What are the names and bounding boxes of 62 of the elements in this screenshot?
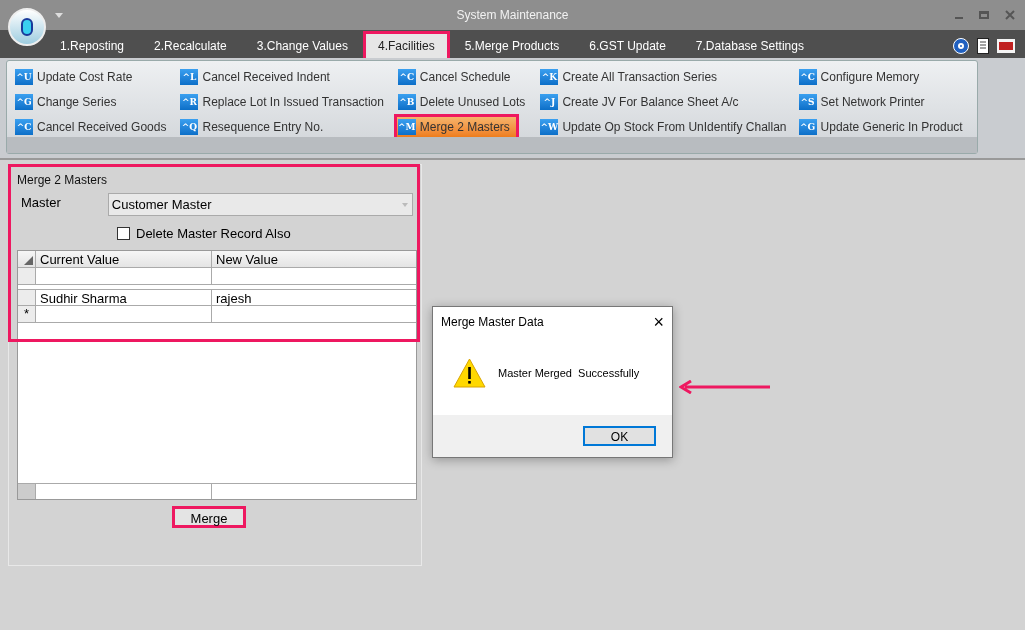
- shortcut-icon: ^C: [15, 119, 33, 135]
- shortcut-icon: ^J: [540, 94, 559, 110]
- app-logo-icon[interactable]: [8, 8, 46, 46]
- warning-icon: [453, 358, 486, 388]
- column-header[interactable]: Current Value: [35, 250, 211, 267]
- ribbon-command[interactable]: ^U Update Cost Rate: [14, 67, 139, 87]
- menu-tab[interactable]: 2.Recalculate: [142, 34, 239, 58]
- shortcut-icon: ^U: [15, 69, 33, 85]
- ribbon-command[interactable]: ^W Update Op Stock From UnIdentify Challan: [539, 117, 793, 137]
- shortcut-icon: ^L: [180, 69, 199, 85]
- maximize-icon[interactable]: [979, 11, 989, 19]
- dropdown-arrow-icon[interactable]: [402, 202, 408, 207]
- ribbon-command[interactable]: ^G Update Generic In Product: [797, 117, 969, 137]
- menu-tab[interactable]: 6.GST Update: [577, 34, 678, 58]
- shortcut-icon: ^C: [397, 69, 416, 85]
- checkbox-label: Delete Master Record Also: [136, 225, 291, 243]
- ok-button[interactable]: OK: [583, 426, 656, 446]
- ribbon-command[interactable]: ^J Create JV For Balance Sheet A/c: [539, 92, 745, 112]
- table-cell[interactable]: Sudhir Sharma: [35, 289, 211, 305]
- dialog-message: Master Merged Successfully: [498, 365, 640, 381]
- menu-tab[interactable]: 4.Facilities: [365, 34, 447, 58]
- exit-sign-icon[interactable]: [997, 39, 1015, 53]
- ribbon-command[interactable]: ^C Configure Memory: [797, 67, 926, 87]
- shortcut-icon: ^C: [798, 69, 817, 85]
- master-dropdown[interactable]: Customer Master: [107, 193, 413, 216]
- shortcut-icon: ^M: [397, 119, 416, 135]
- row-header[interactable]: [18, 289, 35, 305]
- shortcut-icon: ^G: [15, 94, 33, 110]
- checkbox[interactable]: [117, 227, 130, 241]
- form-title: Merge 2 Masters: [17, 172, 109, 189]
- quick-access-dropdown-icon[interactable]: [55, 12, 63, 18]
- ribbon-command[interactable]: ^L Cancel Received Indent: [179, 67, 336, 87]
- table-cell[interactable]: rajesh: [211, 289, 416, 305]
- menu-tab[interactable]: 5.Merge Products: [452, 34, 572, 58]
- window-title: System Maintenance: [456, 7, 569, 24]
- menu-tab[interactable]: 7.Database Settings: [683, 34, 816, 58]
- ribbon-command[interactable]: ^M Merge 2 Masters: [396, 117, 516, 137]
- help-icon[interactable]: [953, 38, 969, 54]
- dialog-title: Merge Master Data: [441, 314, 544, 331]
- ribbon-command[interactable]: ^C Cancel Schedule: [396, 67, 517, 87]
- ribbon-command[interactable]: ^R Replace Lot In Issued Transaction: [179, 92, 390, 112]
- ribbon-command[interactable]: ^K Create All Transaction Series: [539, 67, 724, 87]
- document-icon[interactable]: [977, 38, 989, 54]
- ribbon-command[interactable]: ^S Set Network Printer: [797, 92, 931, 112]
- shortcut-icon: ^R: [180, 94, 199, 110]
- shortcut-icon: ^B: [397, 94, 416, 110]
- shortcut-icon: ^W: [540, 119, 559, 135]
- close-icon[interactable]: [1005, 10, 1015, 20]
- shortcut-icon: ^S: [798, 94, 817, 110]
- column-header[interactable]: New Value: [211, 250, 416, 267]
- close-button[interactable]: ×: [653, 313, 664, 331]
- shortcut-icon: ^G: [798, 119, 817, 135]
- ribbon-command[interactable]: ^B Delete Unused Lots: [396, 92, 532, 112]
- ribbon-command[interactable]: ^Q Resequence Entry No.: [179, 117, 330, 137]
- ribbon-command[interactable]: ^C Cancel Received Goods: [14, 117, 173, 137]
- ribbon-command[interactable]: ^G Change Series: [14, 92, 123, 112]
- master-label: Master: [21, 194, 62, 212]
- merge-button[interactable]: Merge: [172, 505, 246, 528]
- menu-tab[interactable]: 1.Reposting: [48, 34, 137, 58]
- menu-tab[interactable]: 3.Change Values: [244, 34, 360, 58]
- shortcut-icon: ^K: [540, 69, 559, 85]
- shortcut-icon: ^Q: [180, 119, 199, 135]
